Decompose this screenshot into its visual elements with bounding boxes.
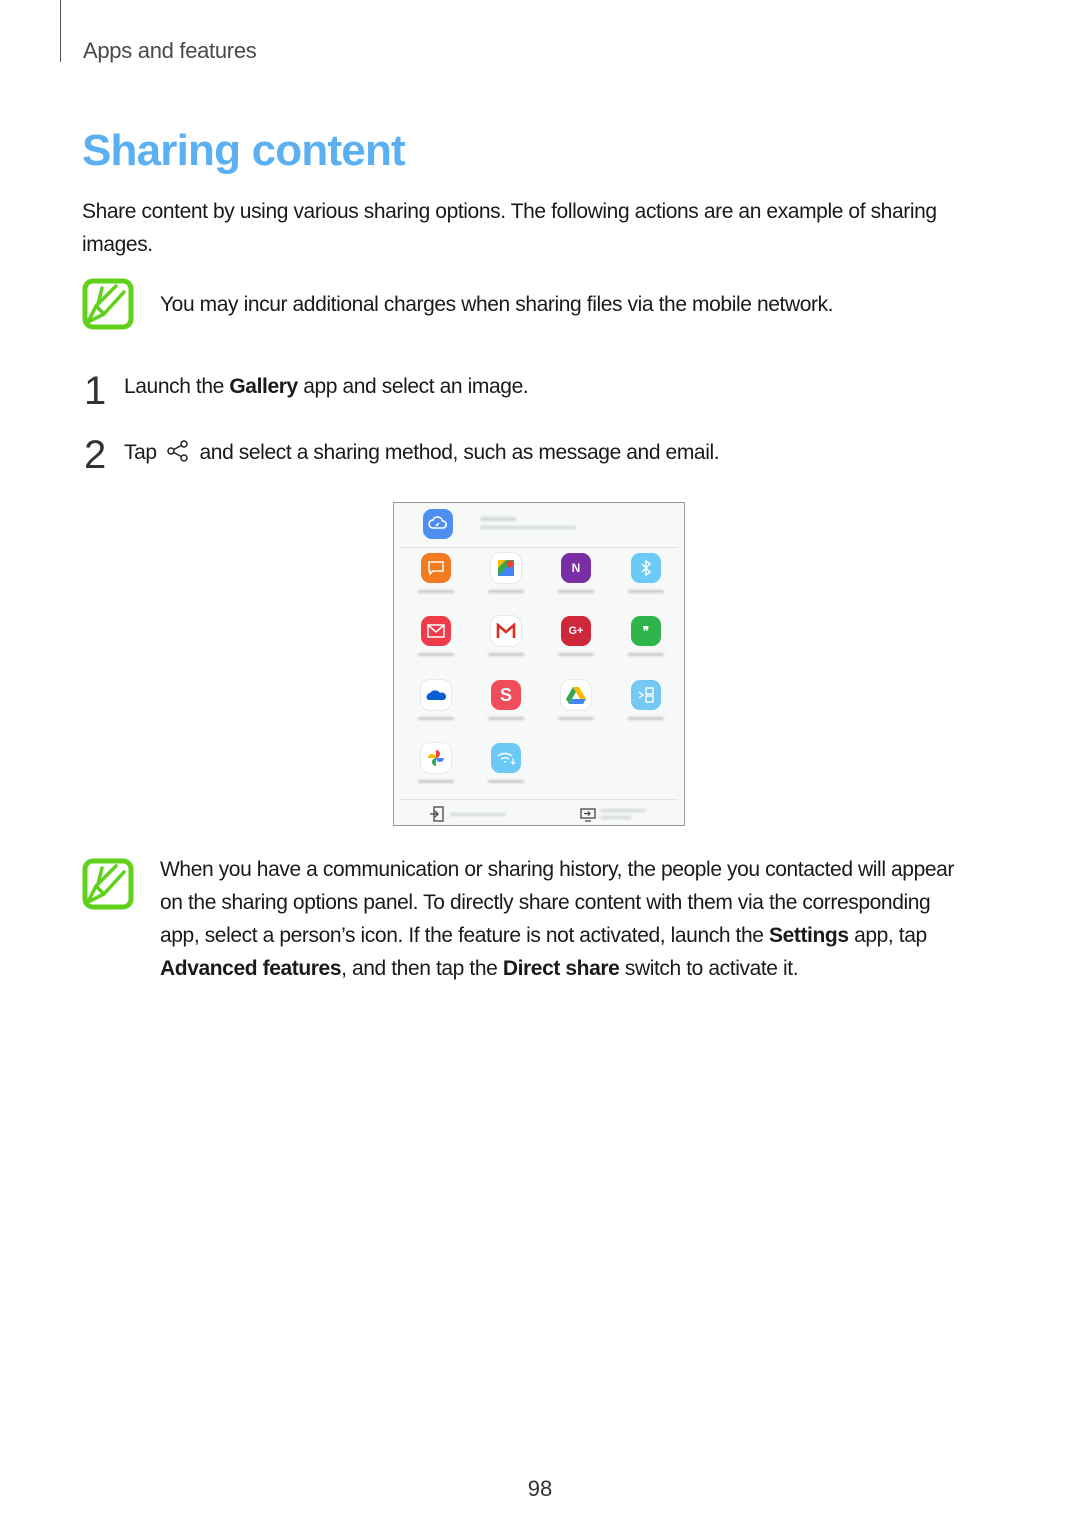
note-text: When you have a communication or sharing…	[160, 853, 970, 985]
divider	[400, 799, 678, 800]
scrapbook-icon	[631, 680, 661, 710]
step-text-post: and select a sharing method, such as mes…	[194, 441, 720, 464]
step-text-pre: Tap	[124, 441, 163, 464]
divider	[400, 547, 678, 548]
blurred-app-label	[628, 717, 664, 720]
google-maps-icon	[491, 553, 521, 583]
share-app-google-maps	[476, 553, 536, 613]
email-icon	[421, 616, 451, 646]
share-app-onenote: N	[546, 553, 606, 613]
blurred-label	[450, 813, 506, 816]
blurred-app-label	[488, 717, 524, 720]
blurred-app-label	[558, 590, 594, 593]
messages-icon	[421, 553, 451, 583]
blurred-app-label	[488, 590, 524, 593]
google-photos-icon	[421, 743, 451, 773]
onenote-icon: N	[561, 553, 591, 583]
s-note-icon: S	[491, 680, 521, 710]
step-text: Launch the Gallery app and select an ima…	[124, 375, 529, 399]
note-text-part: switch to activate it.	[619, 957, 799, 980]
blurred-subtitle	[480, 526, 576, 529]
transfer-files-icon	[430, 806, 444, 822]
note-text-part: app, tap	[848, 924, 927, 947]
bold-advanced-features: Advanced features	[160, 957, 342, 980]
blurred-app-label	[558, 717, 594, 720]
google-drive-icon	[561, 680, 591, 710]
share-app-onedrive	[406, 680, 466, 740]
share-app-google-drive	[546, 680, 606, 740]
blurred-label	[600, 816, 632, 819]
step-number: 1	[84, 369, 106, 413]
bluetooth-icon	[631, 553, 661, 583]
blurred-app-label	[418, 653, 454, 656]
blurred-app-label	[418, 780, 454, 783]
step-text: Tap and select a sharing method, such as…	[124, 439, 720, 465]
onedrive-icon	[421, 680, 451, 710]
step-bold-gallery: Gallery	[229, 375, 298, 398]
step-text-post: app and select an image.	[297, 375, 529, 398]
google-plus-icon: G+	[561, 616, 591, 646]
note-pencil-icon	[82, 278, 134, 330]
note-text-part: , and then tap the	[341, 957, 503, 980]
share-app-gmail	[476, 616, 536, 676]
share-app-google-photos	[406, 743, 466, 803]
blurred-title	[480, 517, 516, 521]
cloud-link-sharing-icon	[423, 509, 453, 539]
bold-settings: Settings	[768, 924, 849, 947]
step-text-pre: Launch the	[124, 375, 230, 398]
share-panel-screenshot: N G+ ❞ S	[393, 502, 685, 826]
note-text: You may incur additional charges when sh…	[160, 293, 834, 316]
blurred-app-label	[628, 590, 664, 593]
share-app-messages	[406, 553, 466, 613]
blurred-app-label	[418, 590, 454, 593]
blurred-app-label	[558, 653, 594, 656]
gmail-icon	[491, 616, 521, 646]
blurred-label	[600, 809, 646, 812]
share-app-google-plus: G+	[546, 616, 606, 676]
blurred-app-label	[488, 780, 524, 783]
wifi-direct-icon	[491, 743, 521, 773]
blurred-app-label	[628, 653, 664, 656]
intro-paragraph: Share content by using various sharing o…	[82, 200, 937, 256]
share-app-bluetooth	[616, 553, 676, 613]
page-title: Sharing content	[82, 126, 406, 175]
share-app-email	[406, 616, 466, 676]
share-app-wifi-direct	[476, 743, 536, 803]
screen-mirroring-icon	[580, 808, 596, 822]
note-pencil-icon	[82, 858, 134, 910]
share-app-hangouts: ❞	[616, 616, 676, 676]
share-app-scrapbook	[616, 680, 676, 740]
step-number: 2	[84, 433, 106, 477]
share-app-s-note: S	[476, 680, 536, 740]
blurred-app-label	[488, 653, 524, 656]
margin-rule	[60, 0, 61, 62]
hangouts-icon: ❞	[631, 616, 661, 646]
share-icon	[167, 440, 188, 462]
page-number: 98	[527, 1476, 553, 1501]
link-sharing-row	[394, 503, 684, 547]
blurred-app-label	[418, 717, 454, 720]
section-header: Apps and features	[83, 38, 257, 63]
bold-direct-share: Direct share	[502, 957, 620, 980]
